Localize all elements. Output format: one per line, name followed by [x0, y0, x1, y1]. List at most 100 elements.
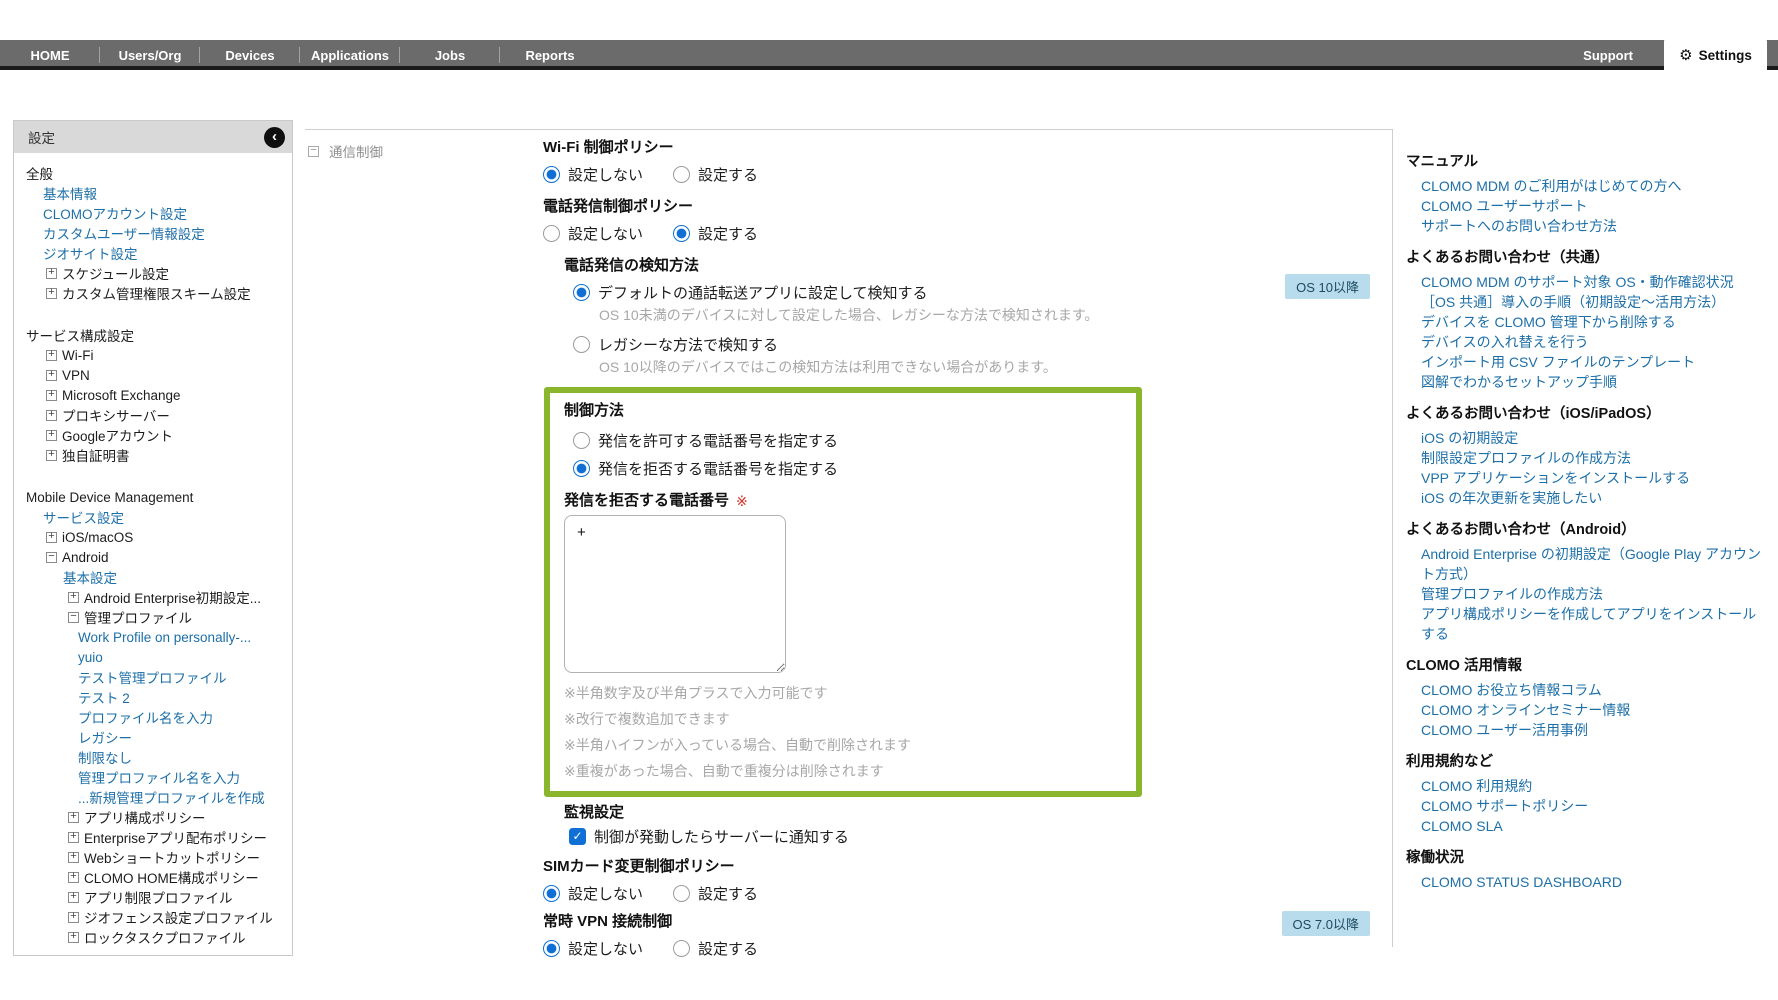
sidebar-tree-item[interactable]: アプリ制限プロファイル [14, 887, 292, 907]
sidebar-tree-item[interactable]: カスタム管理権限スキーム設定 [14, 283, 292, 303]
sidebar-tree-item[interactable]: 基本情報 [14, 183, 292, 203]
radio-icon[interactable] [673, 885, 690, 902]
radio-icon[interactable] [673, 166, 690, 183]
radio-option[interactable]: 設定しない [543, 164, 643, 185]
sidebar-tree-item[interactable]: 管理プロファイル [14, 607, 292, 627]
help-sidebar-item[interactable]: CLOMO 活用情報 [1406, 657, 1770, 675]
tree-toggle-icon[interactable] [68, 872, 79, 883]
tree-toggle-icon[interactable] [46, 532, 57, 543]
help-sidebar-item[interactable]: 管理プロファイルの作成方法 [1406, 584, 1770, 604]
sidebar-tree-item[interactable]: Android Enterprise初期設定... [14, 587, 292, 607]
radio-option[interactable]: 設定する [673, 223, 758, 244]
tree-toggle-icon[interactable] [46, 370, 57, 381]
tree-toggle-icon[interactable] [68, 612, 79, 623]
radio-icon[interactable] [573, 336, 590, 353]
nav-item[interactable]: Jobs [400, 40, 500, 70]
radio-option[interactable]: 設定する [673, 883, 758, 904]
group-communication-control[interactable]: 通信制御 [308, 141, 383, 161]
help-sidebar-item[interactable]: CLOMO お役立ち情報コラム [1406, 680, 1770, 700]
sidebar-tree-item[interactable]: テスト 2 [14, 687, 292, 707]
tree-toggle-icon[interactable] [46, 268, 57, 279]
nav-item[interactable]: Devices [200, 40, 300, 70]
help-sidebar-item[interactable]: インポート用 CSV ファイルのテンプレート [1406, 352, 1770, 372]
sidebar-tree-item[interactable]: VPN [14, 365, 292, 385]
sidebar-tree-item[interactable]: サービス設定 [14, 507, 292, 527]
sidebar-tree-item[interactable]: 基本設定 [14, 567, 292, 587]
help-sidebar-item[interactable]: 利用規約など [1406, 753, 1770, 771]
radio-option[interactable]: 設定する [673, 164, 758, 185]
collapse-minus-icon[interactable] [308, 146, 319, 157]
sidebar-collapse-button[interactable]: ‹ [264, 127, 285, 148]
sidebar-tree-item[interactable]: ジオフェンス設定プロファイル [14, 907, 292, 927]
radio-icon[interactable] [673, 940, 690, 957]
radio-option[interactable]: 設定しない [543, 223, 643, 244]
help-sidebar-item[interactable]: よくあるお問い合わせ（共通） [1406, 249, 1770, 267]
help-sidebar-item[interactable]: 図解でわかるセットアップ手順 [1406, 372, 1770, 392]
tree-toggle-icon[interactable] [68, 852, 79, 863]
sidebar-tree-item[interactable]: CLOMO HOME構成ポリシー [14, 867, 292, 887]
help-sidebar-item[interactable]: iOS の初期設定 [1406, 428, 1770, 448]
tree-toggle-icon[interactable] [68, 592, 79, 603]
nav-item[interactable]: Users/Org [100, 40, 200, 70]
tree-toggle-icon[interactable] [46, 350, 57, 361]
tab-settings[interactable]: ⚙ Settings [1664, 36, 1767, 74]
help-sidebar-item[interactable]: マニュアル [1406, 153, 1770, 171]
help-sidebar-item[interactable]: iOS の年次更新を実施したい [1406, 488, 1770, 508]
help-sidebar-item[interactable]: よくあるお問い合わせ（iOS/iPadOS） [1406, 405, 1770, 423]
sidebar-tree-item[interactable]: テスト管理プロファイル [14, 667, 292, 687]
tree-toggle-icon[interactable] [68, 892, 79, 903]
radio-icon[interactable] [543, 940, 560, 957]
tree-toggle-icon[interactable] [46, 552, 57, 563]
help-sidebar-item[interactable]: CLOMO ユーザーサポート [1406, 196, 1770, 216]
nav-item[interactable]: Reports [500, 40, 600, 70]
help-sidebar-item[interactable]: ［OS 共通］導入の手順（初期設定～活用方法） [1406, 292, 1770, 312]
sidebar-tree-item[interactable]: Mobile Device Management [14, 487, 292, 507]
help-sidebar-item[interactable]: Android Enterprise の初期設定（Google Play アカウ… [1406, 544, 1770, 584]
help-sidebar-item[interactable]: CLOMO MDM のご利用がはじめての方へ [1406, 176, 1770, 196]
sidebar-tree-item[interactable]: スケジュール設定 [14, 263, 292, 283]
help-sidebar-item[interactable]: デバイスを CLOMO 管理下から削除する [1406, 312, 1770, 332]
radio-icon[interactable] [573, 460, 590, 477]
tree-toggle-icon[interactable] [68, 812, 79, 823]
radio-icon[interactable] [573, 284, 590, 301]
sidebar-tree-item[interactable]: Enterpriseアプリ配布ポリシー [14, 827, 292, 847]
radio-option[interactable]: 設定する [673, 938, 758, 959]
radio-icon[interactable] [543, 166, 560, 183]
help-sidebar-item[interactable]: よくあるお問い合わせ（Android） [1406, 521, 1770, 539]
sidebar-tree-item[interactable]: yuio [14, 647, 292, 667]
help-sidebar-item[interactable]: デバイスの入れ替えを行う [1406, 332, 1770, 352]
radio-option[interactable]: デフォルトの通話転送アプリに設定して検知する [573, 283, 1390, 301]
help-sidebar-item[interactable]: アプリ構成ポリシーを作成してアプリをインストールする [1406, 604, 1770, 644]
help-sidebar-item[interactable]: 制限設定プロファイルの作成方法 [1406, 448, 1770, 468]
help-sidebar-item[interactable]: サポートへのお問い合わせ方法 [1406, 216, 1770, 236]
radio-option[interactable]: レガシーな方法で検知する [573, 335, 1390, 353]
tree-toggle-icon[interactable] [68, 912, 79, 923]
sidebar-tree-item[interactable]: Android [14, 547, 292, 567]
sidebar-tree-item[interactable]: Work Profile on personally-... [14, 627, 292, 647]
sidebar-tree-item[interactable]: ジオサイト設定 [14, 243, 292, 263]
sidebar-tree-item[interactable]: サービス構成設定 [14, 325, 292, 345]
help-sidebar-item[interactable]: CLOMO サポートポリシー [1406, 796, 1770, 816]
radio-icon[interactable] [573, 432, 590, 449]
sidebar-tree-item[interactable]: ...新規管理プロファイルを作成 [14, 787, 292, 807]
help-sidebar-item[interactable]: CLOMO STATUS DASHBOARD [1406, 872, 1770, 892]
help-sidebar-item[interactable]: CLOMO SLA [1406, 816, 1770, 836]
sidebar-tree-item[interactable]: プロキシサーバー [14, 405, 292, 425]
radio-icon[interactable] [673, 225, 690, 242]
radio-option[interactable]: 設定しない [543, 938, 643, 959]
tree-toggle-icon[interactable] [68, 932, 79, 943]
sidebar-tree-item[interactable]: 管理プロファイル名を入力 [14, 767, 292, 787]
sidebar-tree-item[interactable]: Webショートカットポリシー [14, 847, 292, 867]
nav-item[interactable]: HOME [0, 40, 100, 70]
help-sidebar-item[interactable]: CLOMO 利用規約 [1406, 776, 1770, 796]
sidebar-tree-item[interactable]: 独自証明書 [14, 445, 292, 465]
sidebar-tree-item[interactable]: 制限なし [14, 747, 292, 767]
tree-toggle-icon[interactable] [46, 288, 57, 299]
tree-toggle-icon[interactable] [46, 410, 57, 421]
tree-toggle-icon[interactable] [46, 450, 57, 461]
sidebar-tree-item[interactable]: Googleアカウント [14, 425, 292, 445]
sidebar-tree-item[interactable]: プロファイル名を入力 [14, 707, 292, 727]
nav-support[interactable]: Support [1583, 40, 1633, 70]
sidebar-tree-item[interactable]: ロックタスクプロファイル [14, 927, 292, 947]
notify-server-checkbox-row[interactable]: ✓ 制御が発動したらサーバーに通知する [569, 827, 1390, 845]
